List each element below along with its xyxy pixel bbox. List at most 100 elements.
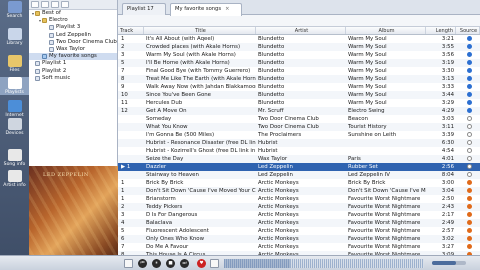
tab-playlist-17[interactable]: Playlist 17 bbox=[122, 3, 166, 15]
new-playlist-button[interactable] bbox=[31, 1, 39, 8]
library-source-icon bbox=[466, 84, 472, 89]
cell-artist: Arctic Monkeys bbox=[258, 180, 299, 186]
cell-album: Favourite Worst Nightmare bbox=[348, 228, 421, 234]
cell-album: Favourite Worst Nightmare bbox=[348, 204, 421, 210]
cell-title: Seize the Day bbox=[146, 156, 184, 162]
table-row[interactable]: 1 It's All About (with Aqeel) Blundetto War… bbox=[118, 35, 480, 43]
column-artist[interactable]: Artist bbox=[256, 27, 346, 34]
table-row[interactable]: 2 Teddy Pickers Arctic Monkeys Favourite Wo… bbox=[118, 203, 480, 211]
table-row[interactable]: 7 Do Me A Favour Arctic Monkeys Favourite W… bbox=[118, 243, 480, 251]
seek-bar[interactable] bbox=[224, 259, 424, 268]
table-row[interactable]: 3 Warm My Soul (with Akale Horns) Blundett… bbox=[118, 51, 480, 59]
pause-icon[interactable]: ⏸ bbox=[152, 259, 161, 268]
tree-item[interactable]: Playlist 2 bbox=[29, 68, 117, 75]
nav-devices[interactable]: Devices bbox=[0, 118, 29, 136]
tree-item[interactable]: Two Door Cinema Club bbox=[29, 39, 117, 46]
table-row[interactable]: Hubrist - Kozirrell's Ghost (free DL lin… bbox=[118, 147, 480, 155]
cell-title: Since You've Been Gone bbox=[146, 92, 211, 98]
table-row[interactable]: 9 Walk Away Now (with Jahdan Blakkamoore)… bbox=[118, 83, 480, 91]
repeat-button[interactable] bbox=[210, 259, 219, 268]
table-row[interactable]: 11 Hercules Dub Blundetto Warm My Soul 3:29 bbox=[118, 99, 480, 107]
folder-icon bbox=[7, 55, 22, 67]
table-body: 1 It's All About (with Aqeel) Blundetto War… bbox=[118, 35, 480, 255]
table-row[interactable]: 4 Balaclava Arctic Monkeys Favourite Worst … bbox=[118, 219, 480, 227]
table-row[interactable]: 1 Don't Sit Down 'Cause I've Moved Your C… bbox=[118, 187, 480, 195]
table-row[interactable]: 8 Treat Me Like The Earth (with Akale Hor… bbox=[118, 75, 480, 83]
player-bar: ⏮ ⏸ ■ ⏭ ♥ bbox=[0, 255, 480, 270]
tree-item[interactable]: ▾ Electro bbox=[29, 17, 117, 24]
table-row[interactable]: What You Know Two Door Cinema Club Tourist… bbox=[118, 123, 480, 131]
table-row[interactable]: Seize the Day Wax Taylor Paris 4:01 bbox=[118, 155, 480, 163]
table-row[interactable]: I'm Gonna Be (500 Miles) The Proclaimers S… bbox=[118, 131, 480, 139]
tree-item[interactable]: Soft music bbox=[29, 75, 117, 82]
cell-length: 3:44 bbox=[441, 92, 454, 98]
tree-item[interactable]: My favorite songs bbox=[29, 53, 117, 61]
cell-source bbox=[456, 115, 480, 123]
nav-internet[interactable]: Internet bbox=[0, 100, 29, 118]
folder-icon bbox=[42, 18, 47, 24]
cell-title: Warm My Soul (with Akale Horns) bbox=[146, 52, 236, 58]
table-row[interactable]: 5 I'll Be Home (with Akale Horns) Blundett… bbox=[118, 59, 480, 67]
cell-length: 8:04 bbox=[441, 172, 454, 178]
seek-progress bbox=[224, 259, 290, 268]
online-source-icon bbox=[466, 244, 472, 249]
cell-title: It's All About (with Aqeel) bbox=[146, 36, 215, 42]
table-row[interactable]: 2 Crowded places (with Akale Horns) Blunde… bbox=[118, 43, 480, 51]
table-row[interactable]: Hubrist - Resonance Disaster (free DL li… bbox=[118, 139, 480, 147]
nav-files[interactable]: Files bbox=[0, 55, 29, 73]
table-row[interactable]: 3 D Is For Dangerous Arctic Monkeys Favouri… bbox=[118, 211, 480, 219]
cell-album: Warm My Soul bbox=[348, 76, 387, 82]
delete-playlist-button[interactable] bbox=[61, 1, 69, 8]
close-icon[interactable]: × bbox=[225, 6, 229, 12]
previous-icon[interactable]: ⏮ bbox=[138, 259, 147, 268]
table-row[interactable]: 6 Only Ones Who Know Arctic Monkeys Favouri… bbox=[118, 235, 480, 243]
nav-artist-info[interactable]: Artist info bbox=[0, 170, 29, 188]
table-row[interactable]: 7 Final Good Bye (with Tommy Guerrero) Blu… bbox=[118, 67, 480, 75]
cell-track: 7 bbox=[121, 68, 125, 74]
disc-icon bbox=[466, 132, 472, 137]
heart-icon[interactable]: ♥ bbox=[197, 259, 206, 268]
column-source[interactable]: Source bbox=[456, 27, 480, 34]
cell-album: Warm My Soul bbox=[348, 52, 387, 58]
tree-item[interactable]: Playlist 1 bbox=[29, 60, 117, 67]
table-row[interactable]: Stairway to Heaven Led Zeppelin Led Zeppel… bbox=[118, 171, 480, 179]
stop-icon[interactable]: ■ bbox=[166, 259, 175, 268]
save-playlist-button[interactable] bbox=[51, 1, 59, 8]
tab-my-favorite-songs[interactable]: My favorite songs × bbox=[170, 3, 242, 16]
cell-length: 2:56 bbox=[441, 164, 454, 170]
table-row[interactable]: ▶ 1 Dazzler Led Zeppelin Rubber Set 2:56 bbox=[118, 163, 480, 171]
cell-artist: Wax Taylor bbox=[258, 156, 288, 162]
column-length[interactable]: Length bbox=[426, 27, 456, 34]
column-title[interactable]: Title bbox=[144, 27, 256, 34]
tree-item[interactable]: Wax Taylor bbox=[29, 46, 117, 53]
cell-track bbox=[118, 139, 144, 147]
table-row[interactable]: 1 Brick By Brick Arctic Monkeys Brick By Br… bbox=[118, 179, 480, 187]
table-row[interactable]: 12 Get A Move On Mr. Scruff Electro Swing 4:… bbox=[118, 107, 480, 115]
cell-source bbox=[456, 235, 480, 243]
table-row[interactable]: Someday Two Door Cinema Club Beacon 3:03 bbox=[118, 115, 480, 123]
next-icon[interactable]: ⏭ bbox=[180, 259, 189, 268]
cell-track: 1 bbox=[121, 180, 125, 186]
cell-artist: The Proclaimers bbox=[258, 132, 302, 138]
cell-source bbox=[456, 227, 480, 235]
cell-track: 2 bbox=[121, 44, 125, 50]
table-row[interactable]: 5 Fluorescent Adolescent Arctic Monkeys Fav… bbox=[118, 227, 480, 235]
cell-artist: Blundetto bbox=[258, 84, 285, 90]
table-row[interactable]: 10 Since You've Been Gone Blundetto Warm My… bbox=[118, 91, 480, 99]
cell-source bbox=[456, 83, 480, 91]
online-source-icon bbox=[466, 188, 472, 193]
tree-item[interactable]: Playlist 3 bbox=[29, 24, 117, 31]
tree-item[interactable]: Led Zeppelin bbox=[29, 32, 117, 39]
shuffle-button[interactable] bbox=[124, 259, 133, 268]
volume-slider[interactable] bbox=[432, 261, 466, 265]
nav-search[interactable]: Search bbox=[0, 1, 29, 19]
column-album[interactable]: Album bbox=[346, 27, 426, 34]
cell-artist: Blundetto bbox=[258, 76, 285, 82]
nav-playlists[interactable]: Playlists bbox=[0, 77, 29, 95]
table-row[interactable]: 1 Brianstorm Arctic Monkeys Favourite Worst… bbox=[118, 195, 480, 203]
nav-library[interactable]: Library bbox=[0, 28, 29, 46]
column-track[interactable]: Track bbox=[118, 27, 144, 34]
tree-item[interactable]: ▾ Best of bbox=[29, 10, 117, 17]
new-folder-button[interactable] bbox=[41, 1, 49, 8]
nav-song-info[interactable]: Song info bbox=[0, 149, 29, 167]
